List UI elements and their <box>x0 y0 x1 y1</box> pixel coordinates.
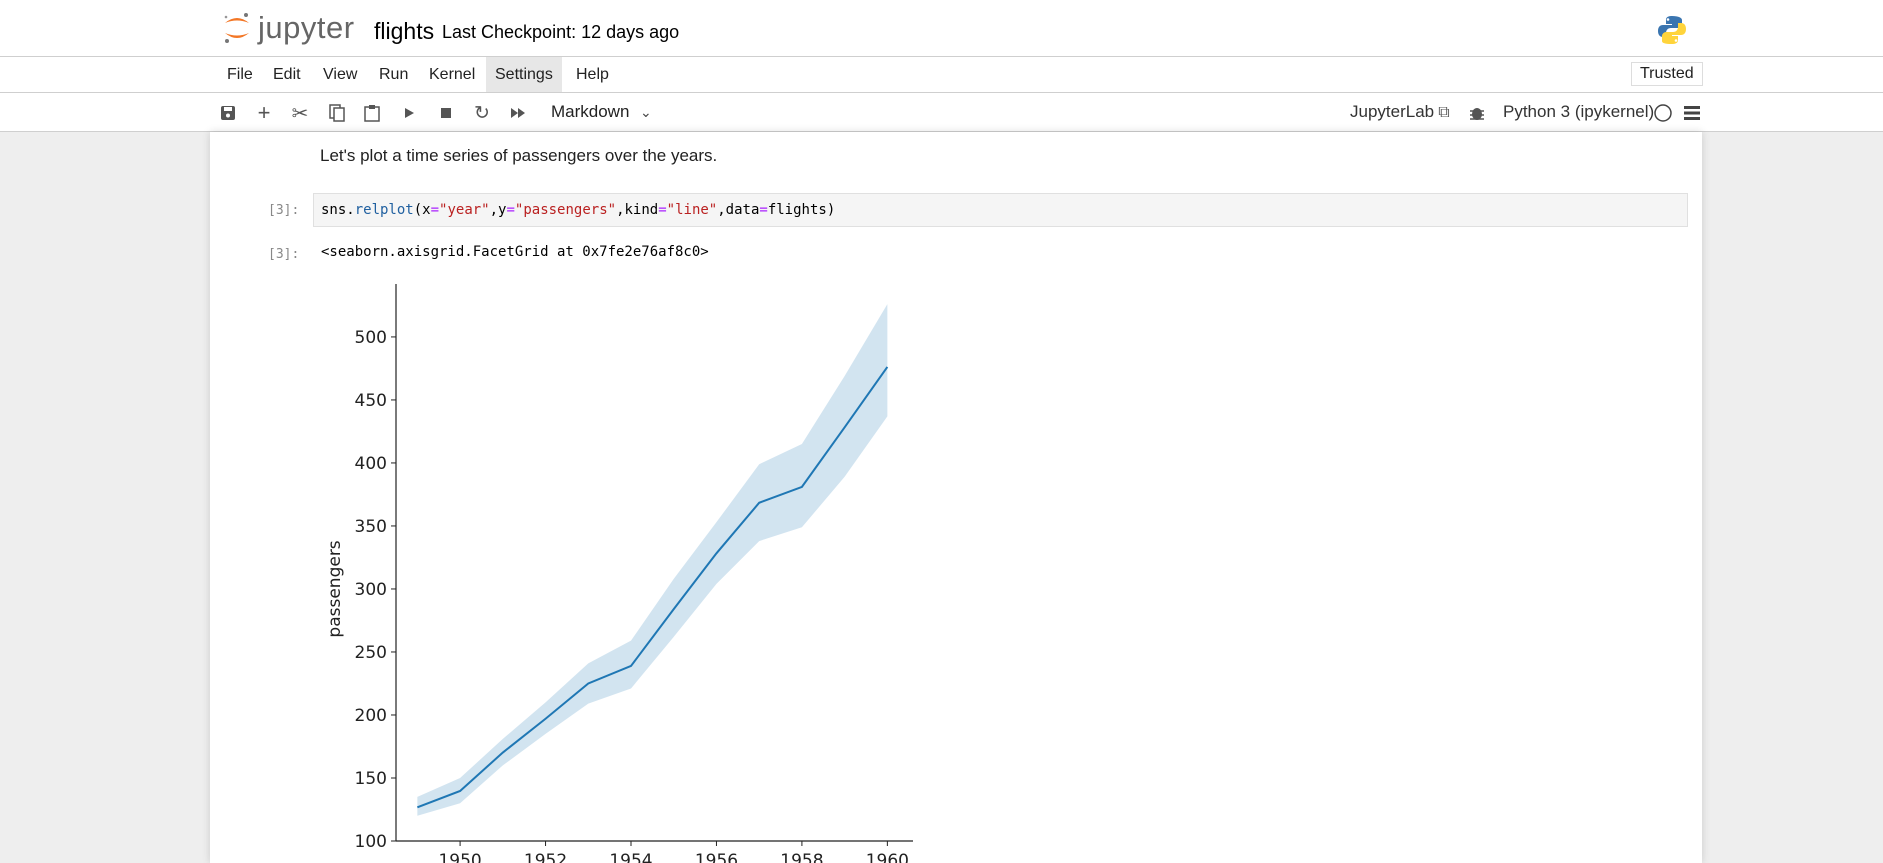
menu-view[interactable]: View <box>314 57 366 92</box>
notebook-name[interactable]: flights <box>374 18 434 45</box>
paste-icon[interactable] <box>361 102 383 124</box>
x-tick-label: 1956 <box>695 851 738 863</box>
y-tick-label: 200 <box>355 706 387 726</box>
jupyter-logo-icon <box>224 13 249 43</box>
code-op: = <box>506 202 515 218</box>
code-arg: ,kind <box>616 202 659 218</box>
y-tick-label: 250 <box>355 643 387 663</box>
code-cell-input[interactable]: sns.relplot(x="year",y="passengers",kind… <box>313 193 1688 227</box>
run-icon[interactable] <box>398 102 420 124</box>
menu-bar: File Edit View Run Kernel Settings Help … <box>0 57 1883 93</box>
y-tick-label: 450 <box>355 391 387 411</box>
add-cell-icon[interactable]: + <box>253 100 275 125</box>
copy-icon[interactable] <box>326 102 348 124</box>
x-tick-label: 1954 <box>609 851 652 863</box>
passengers-line-chart: 100 150 200 250 300 350 400 450 500 1950 1952 1954 1… <box>325 284 913 863</box>
menu-file[interactable]: File <box>218 57 262 92</box>
trusted-indicator[interactable]: Trusted <box>1631 62 1703 86</box>
code-string: "line" <box>666 202 718 218</box>
x-tick-label: 1952 <box>524 851 567 863</box>
code-string: "year" <box>439 202 490 218</box>
code-op: = <box>658 202 667 218</box>
y-tick-label: 150 <box>355 769 387 789</box>
logo-text: jupyter <box>258 10 355 45</box>
external-link-icon[interactable]: ⧉ <box>1433 102 1455 124</box>
header: jupyter flights Last Checkpoint: 12 days… <box>0 0 1883 57</box>
menu-hamburger-icon[interactable] <box>1681 102 1703 124</box>
fast-forward-icon[interactable] <box>507 102 529 124</box>
cut-icon[interactable]: ✂ <box>289 102 311 125</box>
y-tick-label: 350 <box>355 517 387 537</box>
menu-kernel[interactable]: Kernel <box>420 57 484 92</box>
kernel-name[interactable]: Python 3 (ipykernel) <box>1503 102 1654 122</box>
output-prompt: [3]: <box>268 247 300 262</box>
y-axis-label: passengers <box>325 540 345 637</box>
jupyterlab-link[interactable]: JupyterLab <box>1350 102 1434 122</box>
code-arg: (x <box>413 202 431 218</box>
x-tick-label: 1950 <box>438 851 481 863</box>
y-tick-label: 400 <box>355 454 387 474</box>
menu-settings[interactable]: Settings <box>486 57 562 92</box>
confidence-band <box>417 304 888 816</box>
menu-run[interactable]: Run <box>370 57 417 92</box>
toolbar: + ✂ ↻ Markdown ⌄ JupyterLab ⧉ Python 3 (… <box>0 93 1883 132</box>
markdown-cell[interactable]: Let's plot a time series of passengers o… <box>320 146 717 166</box>
code-function: relplot <box>354 202 414 218</box>
stop-icon[interactable] <box>435 102 457 124</box>
y-tick-label: 100 <box>355 832 387 852</box>
menu-help[interactable]: Help <box>567 57 618 92</box>
debugger-bug-icon[interactable] <box>1466 102 1488 124</box>
x-tick-label: 1960 <box>866 851 909 863</box>
code-arg: flights) <box>767 202 836 218</box>
menu-edit[interactable]: Edit <box>264 57 310 92</box>
x-tick-label: 1958 <box>780 851 823 863</box>
python-logo-icon <box>1658 16 1686 44</box>
input-prompt: [3]: <box>268 203 300 218</box>
checkpoint-status: Last Checkpoint: 12 days ago <box>442 22 680 42</box>
cell-output-text: <seaborn.axisgrid.FacetGrid at 0x7fe2e76… <box>321 244 709 260</box>
chevron-down-icon[interactable]: ⌄ <box>640 104 652 121</box>
y-tick-label: 300 <box>355 580 387 600</box>
code-arg: ,data <box>717 202 760 218</box>
restart-icon[interactable]: ↻ <box>471 102 493 124</box>
code-string: "passengers" <box>514 202 617 218</box>
y-tick-label: 500 <box>355 328 387 348</box>
code-op: = <box>759 202 768 218</box>
code-module: sns. <box>321 202 355 218</box>
kernel-status-idle-icon <box>1652 102 1674 124</box>
code-op: = <box>430 202 440 218</box>
code-arg: ,y <box>489 202 507 218</box>
save-icon[interactable] <box>217 102 239 124</box>
cell-type-select[interactable]: Markdown <box>551 102 629 122</box>
jupyter-logo[interactable]: jupyter <box>222 10 355 46</box>
